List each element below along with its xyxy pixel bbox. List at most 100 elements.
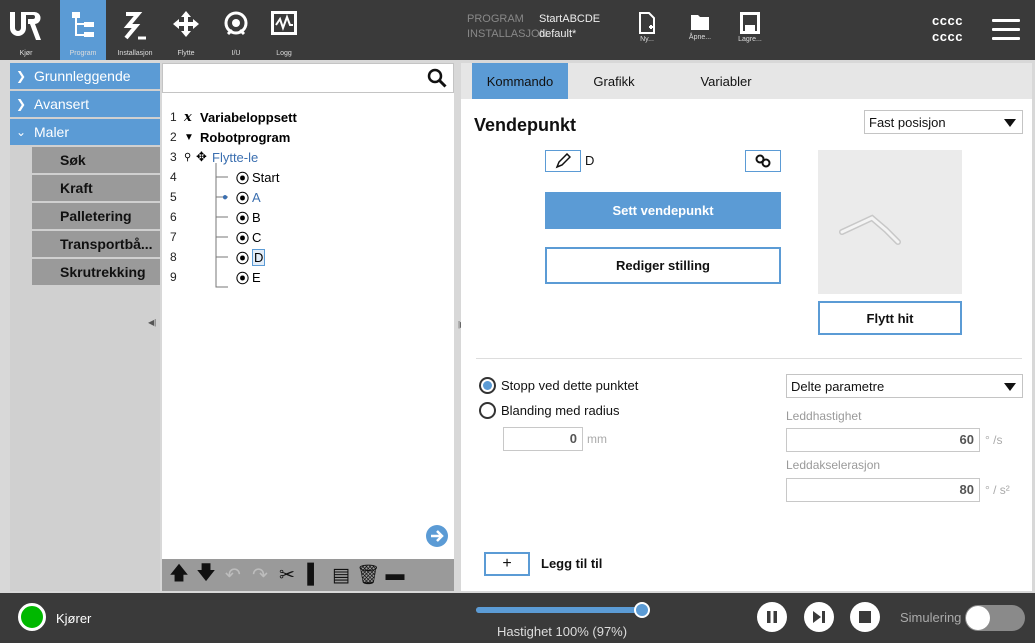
- expanded-triangle-icon: ▼: [184, 131, 194, 143]
- blend-radius-input[interactable]: 0: [503, 427, 583, 451]
- nav-run[interactable]: Kjør: [0, 0, 52, 60]
- search-input[interactable]: [162, 63, 454, 93]
- template-palletizing[interactable]: Palletering: [32, 203, 160, 229]
- category-advanced[interactable]: ❯ Avansert: [10, 91, 160, 117]
- collapse-left-icon[interactable]: ◀|: [148, 318, 156, 327]
- stop-at-point-label: Stopp ved dette punktet: [501, 378, 639, 393]
- simulation-label: Simulering: [900, 610, 962, 625]
- suppress-icon[interactable]: ▬: [384, 564, 406, 586]
- tree-row[interactable]: 7 ⦿ C: [170, 227, 261, 247]
- save-program-button[interactable]: Lagre...: [730, 12, 770, 43]
- hamburger-menu-icon[interactable]: [992, 19, 1020, 41]
- stop-at-point-radio[interactable]: [479, 377, 496, 394]
- position-mode-select[interactable]: Fast posisjon: [864, 110, 1023, 134]
- next-arrow-icon[interactable]: [426, 525, 448, 547]
- stop-button[interactable]: [850, 602, 880, 632]
- rename-button[interactable]: [545, 150, 581, 172]
- open-program-button[interactable]: Åpne...: [680, 12, 720, 41]
- simulation-toggle[interactable]: [965, 605, 1025, 631]
- move-arrows-icon: ✥: [196, 149, 207, 164]
- tree-row[interactable]: 6 ⦿ B: [170, 207, 261, 227]
- tree-toolbar: 🡅 🡇 ↶ ↷ ✂ ▌ ▤ 🗑 ▬: [162, 559, 454, 591]
- speed-slider-handle[interactable]: [634, 602, 650, 618]
- divider: [476, 358, 1022, 359]
- installation-icon: [123, 12, 146, 40]
- waypoint-icon: ⦿: [236, 250, 250, 266]
- link-button[interactable]: [745, 150, 781, 172]
- line-number: 1: [170, 110, 177, 124]
- tab-variables[interactable]: Variabler: [681, 63, 771, 99]
- new-file-icon: [639, 12, 655, 34]
- speed-label: Hastighet 100% (97%): [497, 624, 628, 639]
- tree-row[interactable]: 4 ⦿ Start: [170, 167, 279, 187]
- nav-io-label: I/U: [231, 50, 241, 57]
- category-label: Avansert: [34, 96, 89, 112]
- joint-speed-unit: ° /s: [985, 433, 1003, 447]
- chevron-down-icon: ⌄: [16, 125, 27, 139]
- user-line-2: cccc: [932, 29, 963, 44]
- cut-icon[interactable]: ✂: [276, 564, 298, 586]
- program-key: PROGRAM: [467, 13, 524, 25]
- category-basic[interactable]: ❯ Grunnleggende: [10, 63, 160, 89]
- nav-installation[interactable]: Installasjon: [110, 0, 160, 60]
- waypoint-icon: ⦿: [236, 190, 250, 206]
- joint-accel-input[interactable]: 80: [786, 478, 980, 502]
- pause-button[interactable]: [757, 602, 787, 632]
- speed-slider[interactable]: [476, 602, 650, 618]
- move-here-button[interactable]: Flytt hit: [818, 301, 962, 335]
- line-number: 5: [170, 190, 177, 204]
- redo-icon[interactable]: ↷: [249, 564, 271, 586]
- tree-row[interactable]: 9 ⦿ E: [170, 267, 261, 287]
- line-number: 2: [170, 130, 177, 144]
- parameters-select[interactable]: Delte parametre: [786, 374, 1023, 398]
- category-templates[interactable]: ⌄ Maler: [10, 119, 160, 145]
- blend-radius-label: Blanding med radius: [501, 403, 620, 418]
- robot-status-icon[interactable]: [18, 603, 46, 631]
- search-icon[interactable]: [427, 68, 447, 88]
- line-number: 3: [170, 150, 177, 164]
- copy-icon[interactable]: ▌: [303, 564, 325, 586]
- parameters-value: Delte parametre: [791, 378, 885, 394]
- tree-row[interactable]: 5 ● ⦿ A: [170, 187, 261, 207]
- new-program-button[interactable]: Ny...: [627, 12, 667, 43]
- move-down-icon[interactable]: 🡇: [195, 563, 217, 586]
- set-waypoint-button[interactable]: Sett vendepunkt: [545, 192, 781, 229]
- robot-arm-image: [839, 214, 901, 245]
- waypoint-name: D: [585, 153, 595, 168]
- tree-row-selected[interactable]: 8 ⦿ D: [170, 247, 266, 267]
- nav-log[interactable]: Logg: [262, 0, 306, 60]
- edit-pose-button[interactable]: Rediger stilling: [545, 247, 781, 284]
- nav-move[interactable]: Flytte: [164, 0, 208, 60]
- tab-command[interactable]: Kommando: [472, 63, 568, 99]
- dropdown-caret-icon: [1004, 383, 1016, 391]
- tab-graphics[interactable]: Grafikk: [569, 63, 659, 99]
- nav-program[interactable]: Program: [60, 0, 106, 60]
- template-screwdriving[interactable]: Skrutrekking: [32, 259, 160, 285]
- tree-label: Start: [252, 169, 280, 185]
- add-label: Legg til til: [541, 556, 603, 571]
- delete-icon[interactable]: 🗑: [356, 564, 380, 586]
- paste-icon[interactable]: ▤: [330, 564, 352, 586]
- undo-icon[interactable]: ↶: [222, 564, 244, 586]
- blend-radius-radio[interactable]: [479, 402, 496, 419]
- template-force[interactable]: Kraft: [32, 175, 160, 201]
- template-search[interactable]: Søk: [32, 147, 160, 173]
- program-tree-panel: 1 x Variabeloppsett 2 ▼ Robotprogram 3 ⚲…: [162, 63, 454, 591]
- joint-speed-input[interactable]: 60: [786, 428, 980, 452]
- step-button[interactable]: [804, 602, 834, 632]
- tree-row[interactable]: 2 ▼ Robotprogram: [170, 127, 290, 147]
- pin-icon: ⚲: [184, 151, 192, 163]
- installation-name: default*: [539, 28, 577, 40]
- line-number: 7: [170, 230, 177, 244]
- line-number: 8: [170, 250, 177, 264]
- nav-io[interactable]: I/U: [214, 0, 258, 60]
- joint-accel-label: Leddakselerasjon: [786, 458, 881, 472]
- move-up-icon[interactable]: 🡅: [168, 563, 190, 586]
- tree-row[interactable]: 1 x Variabeloppsett: [170, 107, 297, 127]
- line-number: 9: [170, 270, 177, 284]
- template-conveyor[interactable]: Transportbå...: [32, 231, 160, 257]
- waypoint-icon: ⦿: [236, 210, 250, 226]
- chevron-right-icon: ❯: [16, 97, 27, 111]
- add-button[interactable]: +: [484, 552, 530, 576]
- save-label: Lagre...: [738, 36, 762, 43]
